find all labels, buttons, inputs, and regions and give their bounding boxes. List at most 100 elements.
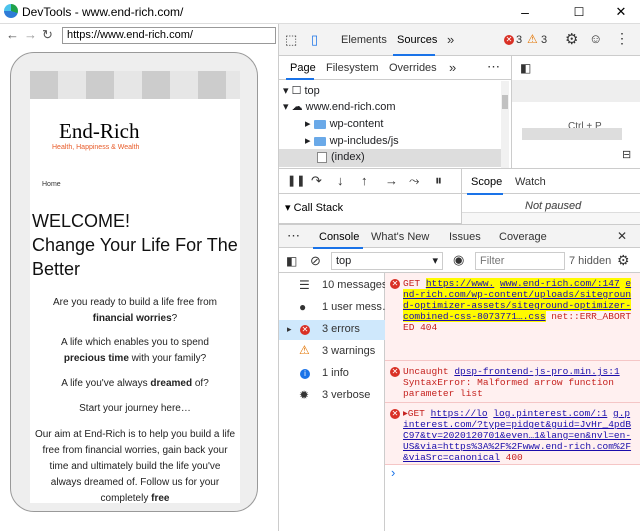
tree-item-index[interactable]: (index) xyxy=(279,149,503,167)
console-prompt[interactable]: › xyxy=(391,465,395,480)
forward-button[interactable]: → xyxy=(24,27,37,42)
sidebar-warnings[interactable]: ⚠ 3 warnings xyxy=(279,342,385,362)
window-title: DevTools - www.end-rich.com/ xyxy=(22,5,184,19)
editor-area: Ctrl + P ⊟ xyxy=(512,80,640,168)
tab-scope[interactable]: Scope xyxy=(471,176,502,188)
site-logo[interactable]: End-Rich xyxy=(59,119,139,144)
console-sidebar: ☰ 10 messages ● 1 user mess… ▸ ✕ 3 errors ⚠ 3… xyxy=(279,273,393,531)
welcome-heading: WELCOME! Change Your Life For The Better xyxy=(32,211,238,279)
site-tagline: Health, Happiness & Wealth xyxy=(52,144,140,151)
info-icon: i xyxy=(300,369,310,379)
tab-issues[interactable]: Issues xyxy=(449,231,481,243)
sidebar-user-messages[interactable]: ● 1 user mess… xyxy=(279,298,393,318)
file-icon xyxy=(317,151,327,163)
intro-paragraph-5: Our aim at End-Rich is to help you build… xyxy=(34,429,236,503)
feedback-icon[interactable]: ☺ xyxy=(589,31,602,46)
more-tabs-button[interactable]: » xyxy=(447,32,454,47)
edge-devtools-icon xyxy=(4,4,18,18)
live-expression-eye-icon[interactable]: ◉ xyxy=(453,252,464,268)
warning-count-icon[interactable]: ⚠ xyxy=(527,32,538,46)
sources-nav-tabs: Page Filesystem Overrides » ⋯ xyxy=(279,56,511,80)
sidebar-errors[interactable]: ▸ ✕ 3 errors xyxy=(279,320,385,340)
warning-icon: ⚠ xyxy=(299,343,310,357)
drawer-menu-button[interactable]: ⋯ xyxy=(287,228,300,244)
bug-icon: ✹ xyxy=(299,388,310,402)
toggle-bottom-panel-icon[interactable]: ⊟ xyxy=(622,148,631,161)
pause-icon[interactable]: ❚❚ xyxy=(287,174,305,187)
device-toolbar-icon[interactable]: ▯ xyxy=(311,32,318,48)
settings-gear-icon[interactable]: ⚙ xyxy=(565,30,578,48)
intro-paragraph-4: Start your journey here… xyxy=(79,403,191,414)
clear-console-icon[interactable]: ⊘ xyxy=(310,253,321,269)
tab-whats-new[interactable]: What's New xyxy=(371,231,429,243)
maximize-button[interactable]: ☐ xyxy=(556,0,602,24)
step-icon[interactable]: → xyxy=(385,173,398,188)
back-button[interactable]: ← xyxy=(6,27,19,42)
console-settings-gear-icon[interactable]: ⚙ xyxy=(617,252,630,269)
call-stack-header[interactable]: ▾ Call Stack xyxy=(285,201,343,214)
drawer-tabs: ⋯ Console What's New Issues Coverage ✕ xyxy=(279,224,640,249)
debugger-toolbar: ❚❚ ↷ ↓ ↑ → ⤳ ⏸ Scope Watch xyxy=(279,168,640,195)
deactivate-breakpoints-icon[interactable]: ⤳ xyxy=(409,173,419,189)
warning-count[interactable]: 3 xyxy=(541,34,547,46)
close-window-button[interactable]: ✕ xyxy=(598,0,640,24)
step-out-icon[interactable]: ↑ xyxy=(361,173,368,188)
devtools-main-toolbar: ⬚ ▯ Elements Sources » ✕ 3 ⚠ 3 ⚙ ☺ ⋮ xyxy=(279,24,640,56)
console-error-2: ✕ Uncaught dpsp-frontend-js-pro.min.js:1… xyxy=(385,361,640,403)
file-tree: ▾ ☐ top ▾ ☁ www.end-rich.com ▸ wp-conten… xyxy=(279,81,511,168)
console-sidebar-toggle-icon[interactable]: ◧ xyxy=(286,254,297,268)
script-source-link[interactable]: dpsp-frontend-js-pro.min.js:1 xyxy=(454,366,619,377)
tree-scrollbar[interactable] xyxy=(501,81,509,168)
source-link[interactable]: www.end-rich.com/:147 xyxy=(500,278,620,289)
tab-console[interactable]: Console xyxy=(319,231,359,243)
tab-page[interactable]: Page xyxy=(290,62,316,74)
error-icon: ✕ xyxy=(390,367,400,377)
tree-item-domain[interactable]: ▾ ☁ www.end-rich.com xyxy=(283,100,396,113)
tab-sources[interactable]: Sources xyxy=(397,34,437,46)
step-into-icon[interactable]: ↓ xyxy=(337,173,344,188)
step-over-icon[interactable]: ↷ xyxy=(311,173,322,189)
reload-button[interactable]: ↻ xyxy=(42,27,53,43)
expand-request-toggle[interactable]: ▸GET xyxy=(403,408,425,419)
tab-coverage[interactable]: Coverage xyxy=(499,231,547,243)
toggle-debugger-sidebar-icon[interactable]: ◧ xyxy=(520,61,531,75)
address-bar: ← → ↻ https://www.end-rich.com/ xyxy=(0,24,278,46)
console-filter-input[interactable] xyxy=(475,252,565,270)
devtools-panel: ⬚ ▯ Elements Sources » ✕ 3 ⚠ 3 ⚙ ☺ ⋮ Pag… xyxy=(278,24,640,531)
sidebar-verbose[interactable]: ✹ 3 verbose xyxy=(279,386,385,406)
nav-more-options-button[interactable]: ⋯ xyxy=(487,59,500,75)
url-input[interactable]: https://www.end-rich.com/ xyxy=(62,27,276,44)
tab-filesystem[interactable]: Filesystem xyxy=(326,62,379,74)
tab-watch[interactable]: Watch xyxy=(515,176,546,188)
error-icon: ✕ xyxy=(390,409,400,419)
minimize-button[interactable]: – xyxy=(502,0,548,24)
intro-paragraph-3: A life you've always dreamed of? xyxy=(61,378,209,389)
tree-item-wp-content[interactable]: ▸ wp-content xyxy=(305,117,383,130)
folder-icon xyxy=(313,136,326,146)
console-error-1: ✕ GET https://www. www.end-rich.com/:147… xyxy=(385,273,640,361)
error-count[interactable]: 3 xyxy=(516,34,522,46)
device-screen: End-Rich Health, Happiness & Wealth Home… xyxy=(30,71,240,503)
console-error-3: ✕ ▸GET https://lo log.pinterest.com/:1 g… xyxy=(385,403,640,465)
request-url-link[interactable]: https://www. xyxy=(426,278,494,289)
list-icon: ☰ xyxy=(299,278,310,292)
tree-item-top[interactable]: ▾ ☐ top xyxy=(283,84,320,97)
error-count-icon[interactable]: ✕ xyxy=(504,35,514,45)
more-nav-tabs-button[interactable]: » xyxy=(449,60,456,75)
close-drawer-button[interactable]: ✕ xyxy=(617,229,627,243)
nav-home-link[interactable]: Home xyxy=(42,181,61,188)
intro-paragraph-1: Are you ready to build a life free from … xyxy=(53,297,217,324)
folder-icon xyxy=(313,119,326,129)
pinterest-source-link[interactable]: log.pinterest.com/:1 xyxy=(493,408,607,419)
pinterest-url-link[interactable]: https://lo xyxy=(431,408,488,419)
context-selector[interactable]: top ▾ xyxy=(331,252,443,270)
sidebar-messages[interactable]: ☰ 10 messages xyxy=(279,276,387,296)
error-icon: ✕ xyxy=(300,325,310,335)
sidebar-info[interactable]: i1 info xyxy=(279,364,385,384)
tree-item-wp-includes[interactable]: ▸ wp-includes/js xyxy=(305,134,399,147)
tab-elements[interactable]: Elements xyxy=(341,34,387,46)
more-options-icon[interactable]: ⋮ xyxy=(615,30,629,47)
tab-overrides[interactable]: Overrides xyxy=(389,62,437,74)
inspect-element-icon[interactable]: ⬚ xyxy=(285,32,297,48)
pause-on-exceptions-icon[interactable]: ⏸ xyxy=(435,172,442,189)
